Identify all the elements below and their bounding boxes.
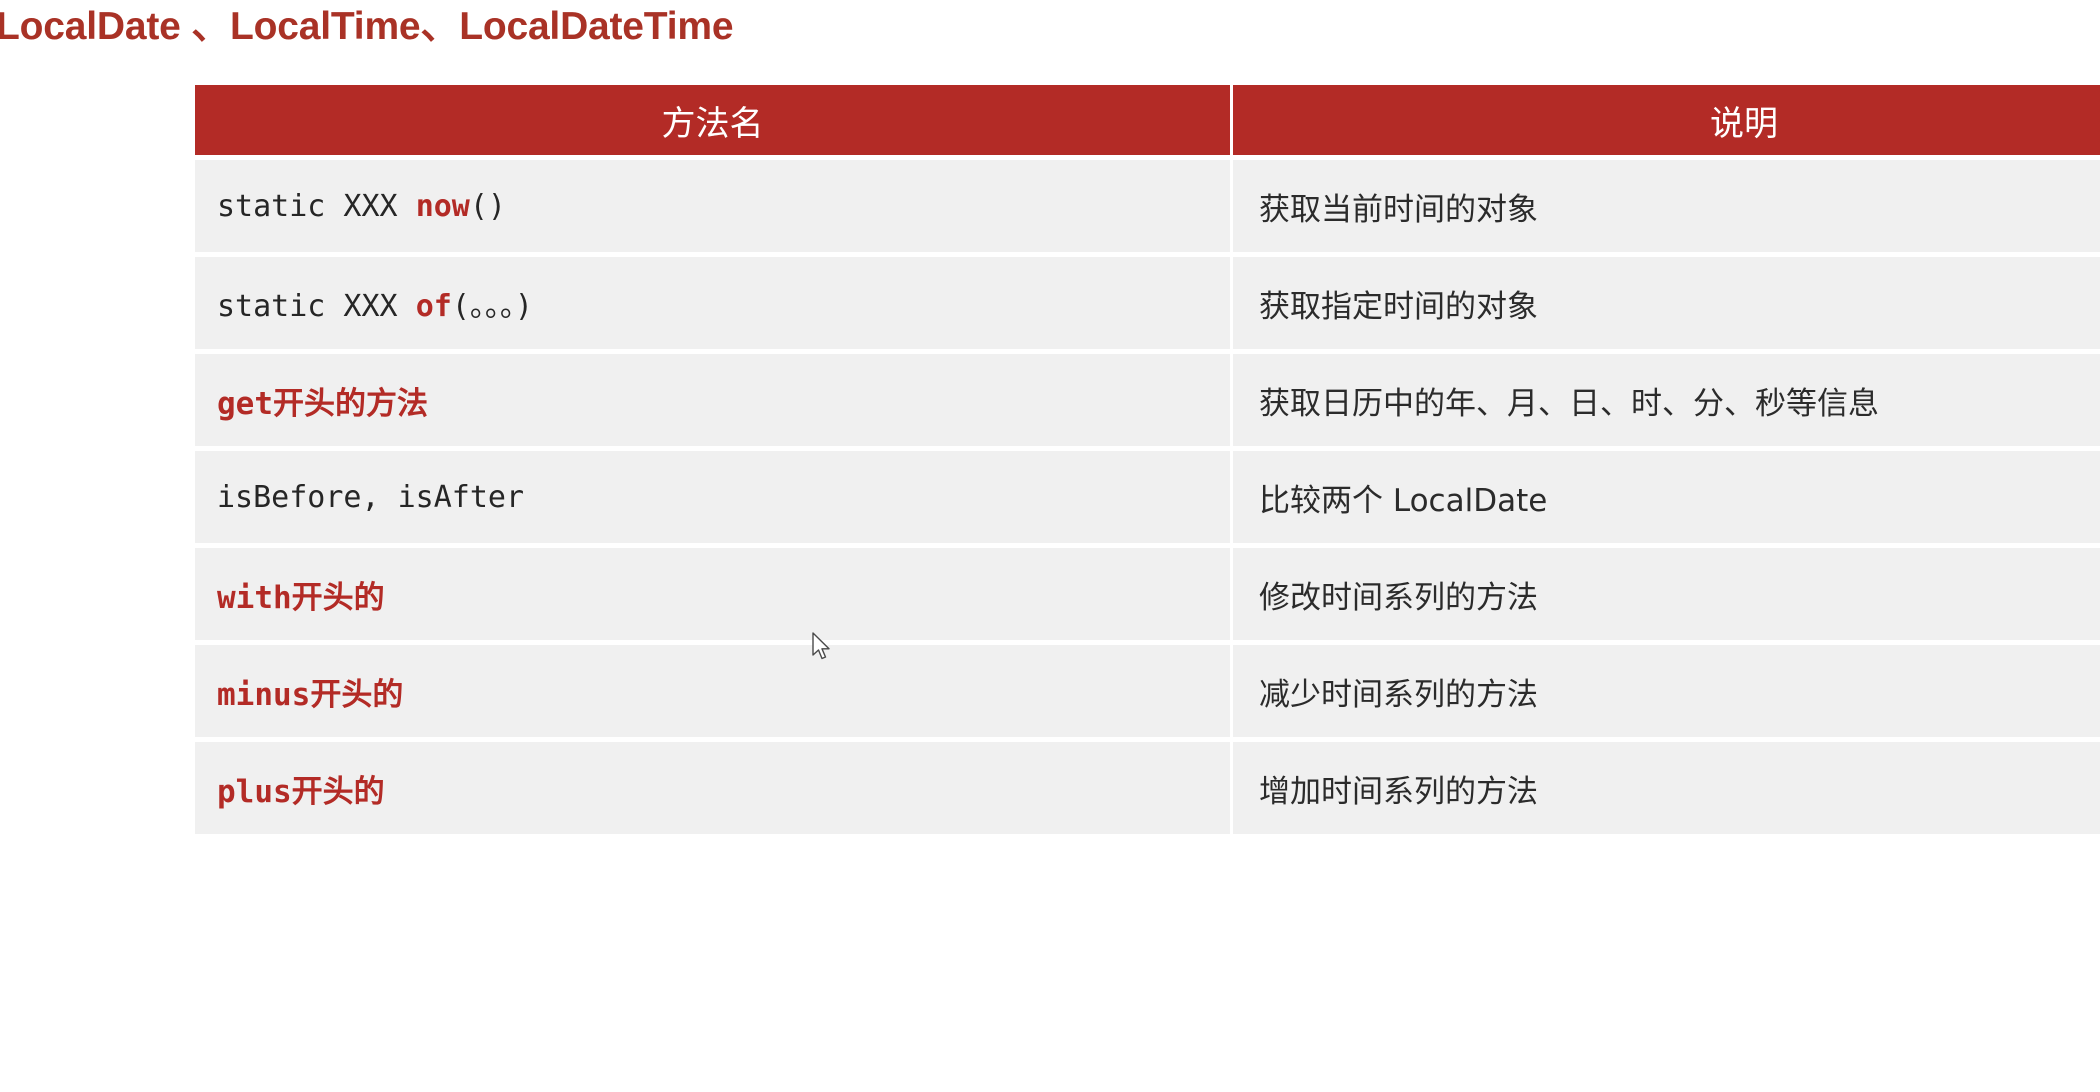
- column-header-description: 说明: [1233, 85, 2100, 155]
- cell-method-name: plus开头的: [195, 742, 1230, 834]
- table-row: isBefore, isAfter 比较两个 LocalDate: [195, 451, 2100, 543]
- method-name-text: static XXX now(): [217, 189, 506, 224]
- cell-method-name: static XXX now(): [195, 160, 1230, 252]
- method-suffix-text: (): [469, 189, 506, 224]
- method-keyword: with: [217, 579, 292, 616]
- description-text: 增加时间系列的方法: [1259, 773, 1538, 810]
- page-title: LocalDate 、LocalTime、LocalDateTime: [0, 5, 734, 48]
- table-header-row: 方法名 说明: [195, 85, 2100, 155]
- method-keyword: of: [415, 289, 452, 324]
- method-name-text: get开头的方法: [217, 385, 428, 422]
- cell-method-name: isBefore, isAfter: [195, 451, 1230, 543]
- table-row: get开头的方法 获取日历中的年、月、日、时、分、秒等信息: [195, 354, 2100, 446]
- description-text: 获取日历中的年、月、日、时、分、秒等信息: [1259, 385, 1879, 422]
- cell-description: 获取日历中的年、月、日、时、分、秒等信息: [1233, 354, 2100, 446]
- cell-description: 增加时间系列的方法: [1233, 742, 2100, 834]
- cell-description: 比较两个 LocalDate: [1233, 451, 2100, 543]
- method-name-text: isBefore, isAfter: [217, 480, 524, 515]
- method-name-text: plus开头的: [217, 773, 385, 810]
- description-text: 获取当前时间的对象: [1259, 191, 1538, 228]
- method-prefix-text: static XXX: [217, 289, 416, 324]
- table-row: minus开头的 减少时间系列的方法: [195, 645, 2100, 737]
- method-keyword: plus: [217, 773, 292, 810]
- method-keyword: minus: [217, 676, 311, 713]
- cell-method-name: get开头的方法: [195, 354, 1230, 446]
- method-suffix-text: 开头的: [291, 579, 385, 616]
- table-row: with开头的 修改时间系列的方法: [195, 548, 2100, 640]
- method-suffix-text: 开头的: [291, 773, 385, 810]
- method-prefix-text: static XXX: [217, 189, 416, 224]
- method-name-text: with开头的: [217, 579, 385, 616]
- method-keyword: get: [217, 385, 273, 422]
- cell-description: 获取当前时间的对象: [1233, 160, 2100, 252]
- description-text: 减少时间系列的方法: [1259, 676, 1538, 713]
- cell-method-name: static XXX of(。。。): [195, 257, 1230, 349]
- table-body: static XXX now() 获取当前时间的对象 static XXX of(。…: [195, 155, 2100, 834]
- cell-method-name: with开头的: [195, 548, 1230, 640]
- cell-description: 获取指定时间的对象: [1233, 257, 2100, 349]
- method-suffix-text: 开头的方法: [273, 385, 428, 422]
- method-prefix-text: isBefore, isAfter: [217, 480, 525, 515]
- cell-description: 减少时间系列的方法: [1233, 645, 2100, 737]
- column-header-method-name: 方法名: [195, 85, 1230, 155]
- method-suffix-text: 开头的: [310, 676, 404, 713]
- table-row: static XXX now() 获取当前时间的对象: [195, 160, 2100, 252]
- description-text: 获取指定时间的对象: [1259, 288, 1538, 325]
- method-name-text: minus开头的: [217, 676, 404, 713]
- method-reference-table: 方法名 说明 static XXX now() 获取当前时间的对象 static X…: [195, 85, 2100, 834]
- description-text: 修改时间系列的方法: [1259, 579, 1538, 616]
- cell-method-name: minus开头的: [195, 645, 1230, 737]
- description-text: 比较两个 LocalDate: [1259, 482, 1548, 519]
- method-name-text: static XXX of(。。。): [217, 289, 533, 324]
- method-keyword: now: [415, 189, 470, 224]
- table-row: plus开头的 增加时间系列的方法: [195, 742, 2100, 834]
- table-row: static XXX of(。。。) 获取指定时间的对象: [195, 257, 2100, 349]
- method-suffix-text: (。。。): [451, 289, 533, 324]
- cell-description: 修改时间系列的方法: [1233, 548, 2100, 640]
